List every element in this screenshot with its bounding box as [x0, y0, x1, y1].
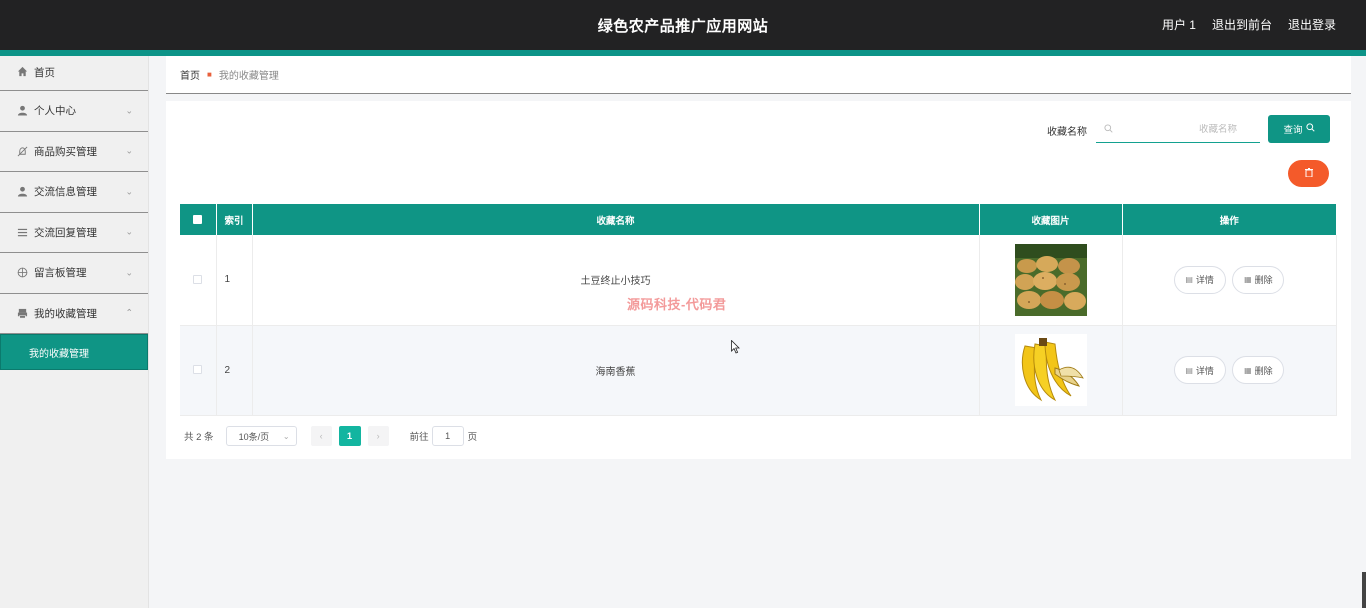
header-actions: 用户 1 退出到前台 退出登录 — [1162, 16, 1336, 33]
search-label: 收藏名称 — [1047, 127, 1087, 138]
watermark-text: 源码科技-代码君 — [627, 297, 727, 312]
delete-button-label: 删除 — [1254, 365, 1273, 376]
column-header-index: 索引 — [216, 204, 253, 235]
row-select-cell — [180, 235, 217, 326]
detail-button[interactable]: ▤ 详情 — [1173, 265, 1226, 294]
chevron-down-icon: ⌄ — [125, 186, 133, 197]
goto-suffix: 页 — [467, 432, 478, 443]
list-icon — [16, 226, 28, 238]
detail-button-label: 详情 — [1195, 275, 1214, 286]
document-icon: ▤ — [1185, 365, 1193, 375]
mouse-cursor-icon — [731, 340, 740, 354]
scrollbar-thumb[interactable] — [1362, 572, 1366, 608]
sidebar-item-label: 我的收藏管理 — [34, 307, 97, 320]
breadcrumb: 首页 ■ 我的收藏管理 — [166, 56, 1351, 94]
detail-button[interactable]: ▤ 详情 — [1173, 356, 1226, 384]
printer-icon — [16, 307, 28, 319]
breadcrumb-current: 我的收藏管理 — [218, 71, 279, 82]
sidebar-item-label: 留言板管理 — [34, 267, 87, 280]
search-icon — [1305, 123, 1315, 135]
sidebar-subitem-favorites[interactable]: 我的收藏管理 — [0, 334, 148, 370]
chevron-down-icon: ⌄ — [125, 267, 133, 278]
delete-button[interactable]: ▦ 删除 — [1232, 356, 1285, 384]
trash-icon: ▦ — [1244, 365, 1252, 375]
sidebar-item-exchange-reply[interactable]: 交流回复管理 ⌄ — [0, 213, 148, 253]
logout-link[interactable]: 退出登录 — [1288, 16, 1336, 33]
search-field — [1096, 117, 1260, 143]
favorites-table: 索引 收藏名称 收藏图片 操作 1 土豆终止小技巧 ▤ 详情 ▦ 删除 2 海南… — [180, 204, 1337, 416]
exit-to-front-link[interactable]: 退出到前台 — [1212, 16, 1272, 33]
potatoes-image — [1014, 243, 1087, 316]
pagination-total: 共 2 条 — [184, 432, 214, 443]
delete-button-label: 删除 — [1254, 275, 1273, 286]
goto-label: 前往 — [409, 432, 429, 443]
row-actions: ▤ 详情 ▦ 删除 — [1122, 325, 1337, 416]
table-row: 1 土豆终止小技巧 ▤ 详情 ▦ 删除 — [180, 235, 1337, 326]
row-select-cell — [180, 325, 217, 416]
chevron-down-icon: ⌄ — [125, 226, 133, 237]
user-icon — [16, 186, 28, 198]
sidebar-item-label: 个人中心 — [34, 105, 76, 118]
next-page-button[interactable]: › — [367, 426, 389, 446]
content-panel: 收藏名称 查询 索引 收藏名称 收藏图片 操作 — [166, 101, 1351, 459]
current-user-link[interactable]: 用户 1 — [1162, 16, 1196, 33]
table-row: 2 海南香蕉 ▤ 详情 ▦ 删除 — [180, 325, 1337, 416]
prev-page-button[interactable]: ‹ — [310, 426, 332, 446]
delete-button[interactable]: ▦ 删除 — [1232, 265, 1285, 294]
query-button-label: 查询 — [1283, 125, 1303, 136]
page-size-select[interactable]: 10条/页 ⌄ — [225, 426, 297, 446]
row-index: 1 — [216, 235, 253, 326]
page-size-value: 10条/页 — [238, 431, 270, 442]
batch-delete-button[interactable] — [1288, 160, 1329, 187]
detail-button-label: 详情 — [1195, 365, 1214, 376]
page-number-button[interactable]: 1 — [338, 426, 361, 446]
breadcrumb-separator-icon: ■ — [207, 70, 212, 79]
column-header-actions: 操作 — [1122, 204, 1336, 235]
sidebar-item-favorites[interactable]: 我的收藏管理 ⌃ — [0, 294, 148, 334]
chevron-up-icon: ⌃ — [125, 307, 133, 318]
trash-icon — [1304, 168, 1313, 179]
sidebar-item-exchange-info[interactable]: 交流信息管理 ⌄ — [0, 172, 148, 213]
row-image-cell — [979, 235, 1123, 326]
select-all-cell — [180, 204, 217, 235]
home-icon — [16, 65, 28, 77]
chevron-down-icon: ⌄ — [282, 431, 290, 441]
trash-icon: ▦ — [1244, 275, 1252, 285]
sidebar-item-home[interactable]: 首页 — [0, 56, 148, 91]
row-checkbox[interactable] — [193, 275, 203, 285]
table-header-row: 索引 收藏名称 收藏图片 操作 — [180, 204, 1336, 235]
breadcrumb-home[interactable]: 首页 — [180, 67, 200, 82]
column-header-image: 收藏图片 — [979, 204, 1123, 235]
row-index: 2 — [216, 325, 253, 416]
bell-off-icon — [16, 145, 28, 157]
goto-page-input[interactable]: 1 — [431, 426, 464, 446]
row-actions: ▤ 详情 ▦ 删除 — [1122, 235, 1337, 326]
sidebar-item-label: 首页 — [34, 67, 55, 79]
sidebar-item-purchases[interactable]: 商品购买管理 ⌄ — [0, 132, 148, 172]
search-input[interactable] — [1113, 124, 1243, 135]
row-checkbox[interactable] — [193, 365, 203, 375]
query-button[interactable]: 查询 — [1268, 115, 1330, 143]
chevron-down-icon: ⌄ — [125, 105, 133, 116]
sidebar-item-label: 交流回复管理 — [34, 226, 97, 239]
row-image-cell — [979, 325, 1123, 416]
sidebar-item-profile[interactable]: 个人中心 ⌄ — [0, 91, 148, 132]
chevron-down-icon: ⌄ — [125, 145, 133, 156]
row-name: 海南香蕉 — [252, 325, 980, 416]
globe-icon — [16, 267, 28, 279]
search-icon — [1104, 123, 1113, 136]
pagination: 共 2 条 10条/页 ⌄ ‹ 1 › 前往 1 页 — [184, 426, 477, 446]
sidebar-item-label: 交流信息管理 — [34, 186, 97, 199]
select-all-checkbox[interactable] — [193, 214, 203, 224]
sidebar-item-message-board[interactable]: 留言板管理 ⌄ — [0, 253, 148, 294]
user-icon — [16, 105, 28, 117]
sidebar: 首页 个人中心 ⌄ 商品购买管理 ⌄ 交流信息管理 ⌄ 交流回复管理 ⌄ 留言板… — [0, 56, 149, 608]
document-icon: ▤ — [1185, 275, 1193, 285]
sidebar-item-label: 商品购买管理 — [34, 145, 97, 158]
row-name: 土豆终止小技巧 — [252, 235, 980, 326]
top-header: 绿色农产品推广应用网站 用户 1 退出到前台 退出登录 — [0, 0, 1366, 56]
bananas-image — [1014, 334, 1087, 406]
column-header-name: 收藏名称 — [252, 204, 980, 235]
